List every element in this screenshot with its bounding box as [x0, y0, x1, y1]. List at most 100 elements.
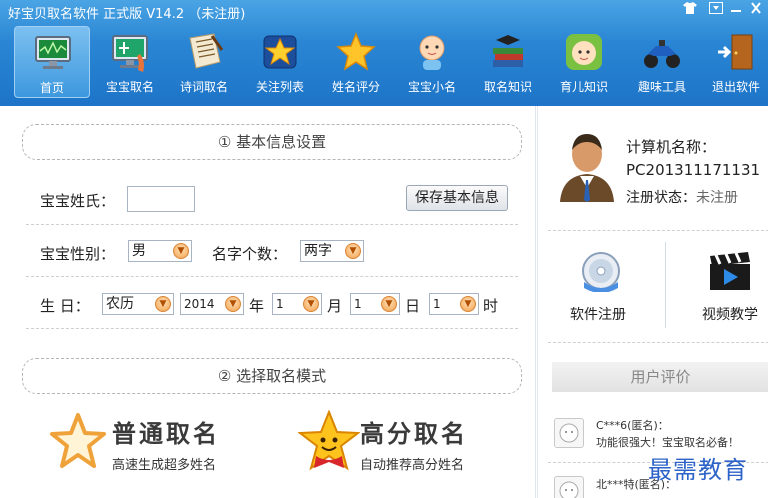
baby-icon — [419, 35, 445, 70]
toolbar-name-score[interactable]: 姓名评分 — [318, 26, 394, 98]
save-basic-info-button[interactable]: 保存基本信息 — [406, 185, 508, 211]
toolbar-label: 趣味工具 — [637, 80, 686, 94]
app-header: 好宝贝取名软件 正式版 V14.2 （未注册) 首页 宝宝取名 诗词取名 关注列… — [0, 0, 768, 106]
atv-icon — [644, 40, 680, 68]
chevron-down-icon: ▼ — [345, 243, 361, 259]
toolbar-baby-naming[interactable]: 宝宝取名 — [92, 26, 168, 98]
registration-value: 未注册 — [696, 190, 738, 206]
toolbar-parenting[interactable]: 育儿知识 — [546, 26, 622, 98]
review-author: C***6(匿名)： — [596, 419, 669, 432]
toolbar-follow-list[interactable]: 关注列表 — [242, 26, 318, 98]
divider — [548, 342, 768, 343]
reviewer-avatar — [554, 418, 584, 448]
chevron-down-icon: ▼ — [460, 296, 476, 312]
chevron-down-icon: ▼ — [225, 296, 241, 312]
surname-input[interactable] — [127, 186, 195, 212]
hour-value: 1 — [433, 297, 441, 311]
monitor-icon — [35, 36, 71, 69]
window-title: 好宝贝取名软件 正式版 V14.2 （未注册) — [8, 7, 246, 22]
door-exit-icon — [718, 34, 753, 70]
monitor-brush-icon — [112, 35, 148, 72]
hour-select[interactable]: 1 ▼ — [429, 293, 479, 315]
high-score-naming-button[interactable]: 高分取名 自动推荐高分姓名 — [298, 406, 508, 486]
gender-select[interactable]: 男 ▼ — [128, 240, 192, 262]
software-register-label: 软件注册 — [570, 307, 626, 323]
toolbar-label: 宝宝取名 — [105, 80, 154, 94]
toolbar-label: 诗词取名 — [179, 80, 228, 94]
normal-naming-title: 普通取名 — [112, 419, 220, 448]
toolbar-label: 育儿知识 — [559, 80, 608, 94]
chevron-down-icon: ▼ — [381, 296, 397, 312]
toolbar-label: 取名知识 — [483, 80, 532, 94]
settings-panel: ① 基本信息设置 宝宝姓氏： 保存基本信息 宝宝性别： 男 ▼ 名字个数： 两字… — [14, 106, 536, 498]
menu-icon[interactable] — [706, 2, 726, 18]
clapperboard-icon — [710, 252, 750, 290]
gender-label: 宝宝性别： — [40, 245, 116, 263]
hour-unit: 时 — [483, 297, 499, 315]
registration-status: 注册状态：未注册 — [626, 187, 738, 207]
day-select[interactable]: 1 ▼ — [350, 293, 400, 315]
calendar-type-value: 农历 — [106, 296, 134, 312]
toolbar-label: 关注列表 — [255, 80, 304, 94]
high-score-naming-title: 高分取名 — [360, 419, 468, 448]
star-icon — [336, 32, 376, 71]
registration-label: 注册状态： — [626, 190, 696, 206]
calendar-type-select[interactable]: 农历 ▼ — [102, 293, 174, 315]
toolbar-nickname[interactable]: 宝宝小名 — [394, 26, 470, 98]
close-icon[interactable] — [746, 2, 766, 18]
name-count-value: 两字 — [304, 243, 332, 259]
pc-name-value: PC201311171131 — [626, 161, 761, 179]
toolbar-label: 首页 — [39, 81, 64, 95]
toolbar-naming-knowledge[interactable]: 取名知识 — [470, 26, 546, 98]
review-text: 功能很强大！宝宝取名必备！ — [596, 436, 739, 449]
normal-naming-button[interactable]: 普通取名 高速生成超多姓名 — [50, 406, 250, 486]
reviewer-avatar — [554, 476, 584, 498]
toolbar-label: 退出软件 — [711, 80, 760, 94]
normal-naming-subtitle: 高速生成超多姓名 — [112, 458, 217, 473]
name-count-select[interactable]: 两字 ▼ — [300, 240, 364, 262]
user-panel: 计算机名称： PC201311171131 注册状态：未注册 软件注册 视频教学… — [537, 106, 768, 498]
month-select[interactable]: 1 ▼ — [272, 293, 322, 315]
name-count-label: 名字个数： — [212, 245, 288, 263]
toolbar-poem-naming[interactable]: 诗词取名 — [166, 26, 242, 98]
gender-value: 男 — [132, 243, 146, 259]
naming-mode-heading: ② 选择取名模式 — [22, 358, 522, 394]
disc-icon — [582, 252, 620, 292]
star-box-icon — [263, 35, 297, 69]
toolbar-label: 姓名评分 — [331, 80, 380, 94]
software-register-button[interactable]: 软件注册 — [552, 244, 652, 330]
watermark: 最需教育 — [648, 456, 748, 484]
divider — [548, 230, 768, 231]
pc-name-label: 计算机名称： — [626, 138, 717, 156]
year-select[interactable]: 2014 ▼ — [180, 293, 244, 315]
video-tutorial-label: 视频教学 — [702, 307, 758, 323]
toolbar-fun-tools[interactable]: 趣味工具 — [624, 26, 700, 98]
scroll-icon — [189, 33, 224, 69]
video-tutorial-button[interactable]: 视频教学 — [678, 244, 768, 330]
chevron-down-icon: ▼ — [173, 243, 189, 259]
month-value: 1 — [276, 297, 284, 311]
user-avatar-icon — [560, 134, 614, 202]
minimize-icon[interactable] — [726, 2, 746, 18]
chevron-down-icon: ▼ — [155, 296, 171, 312]
chevron-down-icon: ▼ — [303, 296, 319, 312]
star-outline-icon — [50, 413, 106, 468]
day-unit: 日 — [405, 297, 421, 315]
year-unit: 年 — [249, 297, 265, 315]
books-icon — [493, 35, 523, 67]
year-value: 2014 — [184, 297, 215, 311]
toolbar-label: 宝宝小名 — [407, 80, 456, 94]
high-score-naming-subtitle: 自动推荐高分姓名 — [360, 458, 465, 473]
birthday-label: 生 日： — [40, 297, 90, 315]
skin-icon[interactable] — [680, 2, 700, 18]
divider — [26, 328, 518, 329]
divider — [665, 242, 666, 328]
day-value: 1 — [354, 297, 362, 311]
toolbar-exit[interactable]: 退出软件 — [698, 26, 768, 98]
basic-info-heading: ① 基本信息设置 — [22, 124, 522, 160]
smiling-star-icon — [298, 410, 360, 471]
divider — [26, 224, 518, 225]
surname-label: 宝宝姓氏： — [40, 192, 116, 210]
toolbar-home[interactable]: 首页 — [14, 26, 90, 98]
divider — [26, 276, 518, 277]
